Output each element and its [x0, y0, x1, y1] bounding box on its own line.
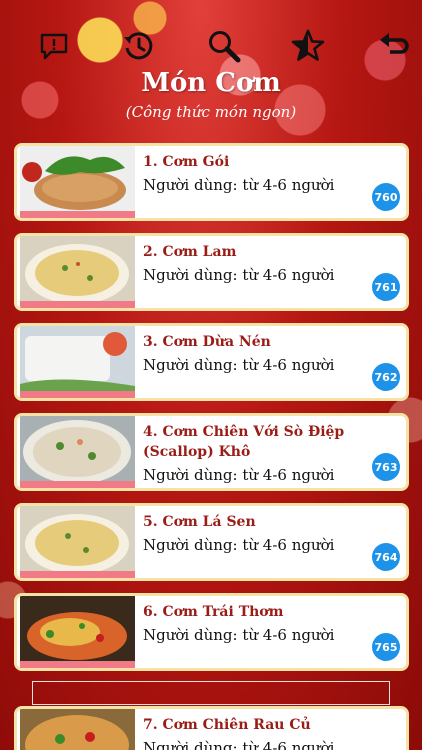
recipe-number-badge: 762 [372, 363, 400, 391]
recipe-thumbnail [20, 326, 135, 398]
ad-banner-placeholder [32, 681, 390, 705]
recipe-title: 5. Cơm Lá Sen [143, 514, 256, 530]
history-icon[interactable] [117, 24, 161, 68]
recipe-title: 7. Cơm Chiên Rau Củ [143, 717, 311, 733]
recipe-servings: Người dùng: từ 4-6 người [143, 176, 335, 194]
recipe-thumbnail [20, 416, 135, 488]
recipe-title: 4. Cơm Chiên Với Sò Điệp (Scallop) Khô [143, 424, 345, 460]
report-icon[interactable] [32, 24, 76, 68]
recipe-item[interactable]: 5. Cơm Lá Sen Người dùng: từ 4-6 người 7… [14, 503, 409, 581]
recipe-servings: Người dùng: từ 4-6 người [143, 626, 335, 644]
recipe-servings: Người dùng: từ 4-6 người [143, 466, 335, 484]
recipe-item[interactable]: 4. Cơm Chiên Với Sò Điệp (Scallop) Khô N… [14, 413, 409, 491]
recipe-thumbnail [20, 146, 135, 218]
recipe-title: 2. Cơm Lam [143, 244, 237, 260]
recipe-number-badge: 765 [372, 633, 400, 661]
search-icon[interactable] [202, 24, 246, 68]
recipe-title: 3. Cơm Dừa Nén [143, 334, 271, 350]
recipe-thumbnail [20, 236, 135, 308]
recipe-servings: Người dùng: từ 4-6 người [143, 739, 335, 750]
top-toolbar [0, 24, 422, 68]
recipe-servings: Người dùng: từ 4-6 người [143, 536, 335, 554]
recipe-servings: Người dùng: từ 4-6 người [143, 266, 335, 284]
recipe-title: 6. Cơm Trái Thơm [143, 604, 284, 620]
favorite-icon[interactable] [286, 24, 330, 68]
recipe-number-badge: 760 [372, 183, 400, 211]
recipe-thumbnail [20, 596, 135, 668]
recipe-servings: Người dùng: từ 4-6 người [143, 356, 335, 374]
recipe-thumbnail [20, 506, 135, 578]
page-title: Món Cơm [141, 68, 281, 98]
page-subtitle: (Công thức món ngon) [125, 103, 297, 121]
back-icon[interactable] [371, 24, 415, 68]
recipe-thumbnail [20, 709, 135, 750]
recipe-item[interactable]: 2. Cơm Lam Người dùng: từ 4-6 người 761 [14, 233, 409, 311]
recipe-list: 1. Cơm Gói Người dùng: từ 4-6 người 760 … [14, 143, 409, 683]
recipe-item[interactable]: 6. Cơm Trái Thơm Người dùng: từ 4-6 ngườ… [14, 593, 409, 671]
recipe-item[interactable]: 3. Cơm Dừa Nén Người dùng: từ 4-6 người … [14, 323, 409, 401]
recipe-number-badge: 761 [372, 273, 400, 301]
recipe-item[interactable]: 1. Cơm Gói Người dùng: từ 4-6 người 760 [14, 143, 409, 221]
recipe-title: 1. Cơm Gói [143, 154, 230, 170]
recipe-item[interactable]: 7. Cơm Chiên Rau Củ Người dùng: từ 4-6 n… [14, 706, 409, 750]
recipe-number-badge: 764 [372, 543, 400, 571]
recipe-number-badge: 763 [372, 453, 400, 481]
